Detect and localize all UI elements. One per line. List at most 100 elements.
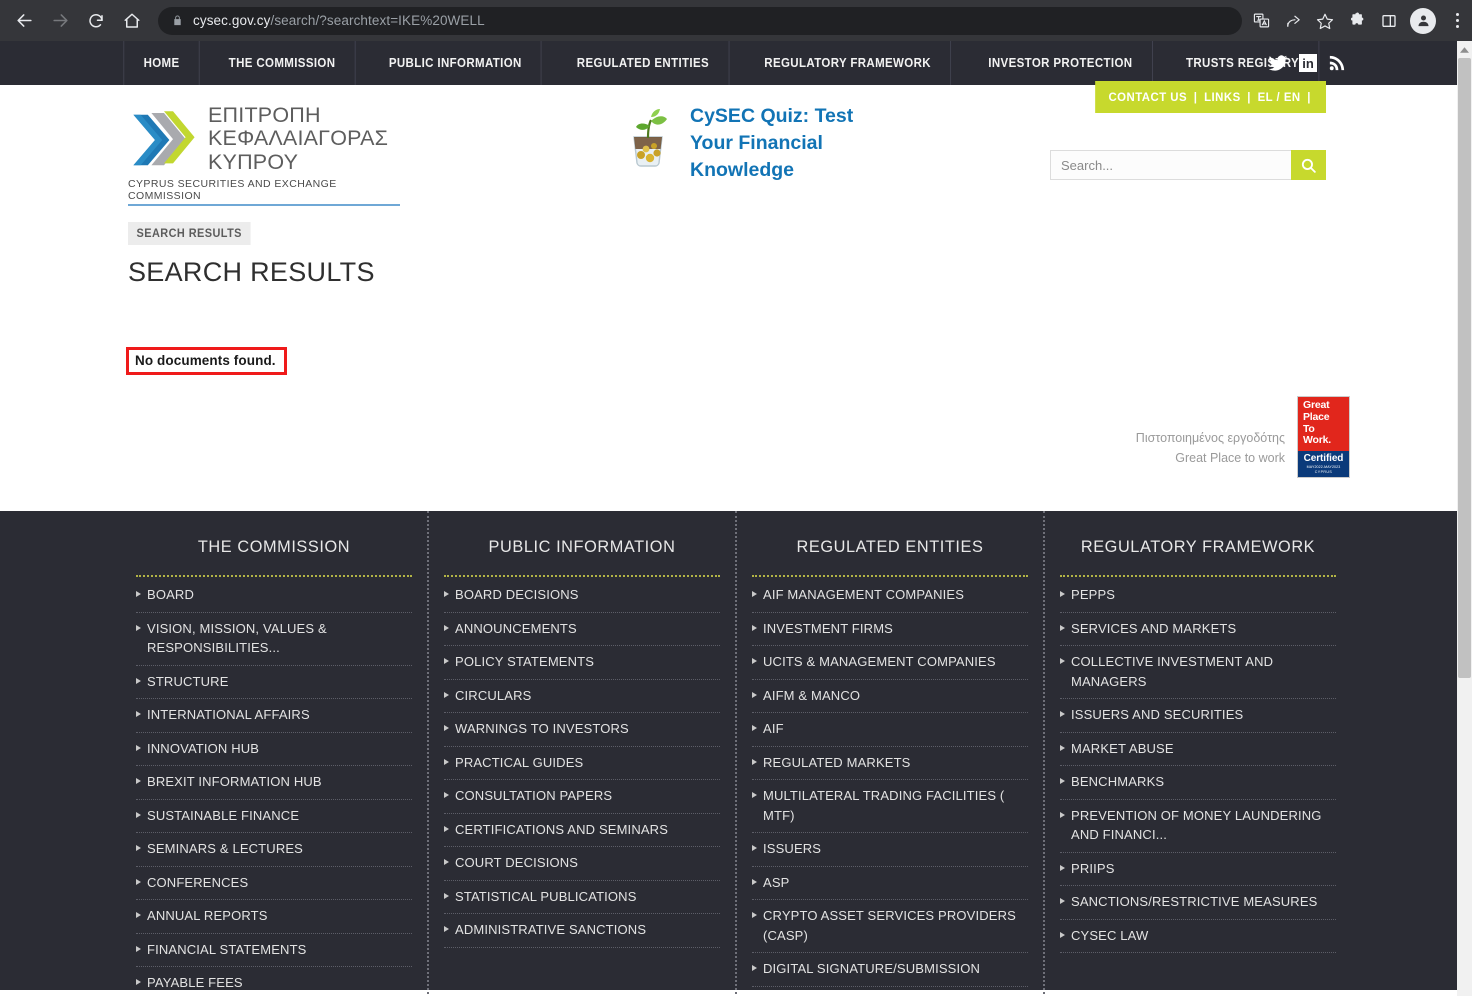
footer-column-title: REGULATED ENTITIES xyxy=(796,537,984,556)
site-header: CONTACT US | LINKS | EL / EN | ΕΠΙΤΡΟΠΗ … xyxy=(0,81,1472,221)
footer-link[interactable]: FINANCIAL STATEMENTS xyxy=(136,934,412,967)
footer-link[interactable]: AIF xyxy=(752,713,1028,747)
footer-link[interactable]: ASP xyxy=(752,867,1028,900)
home-icon[interactable] xyxy=(116,5,148,37)
page-scrollbar[interactable] xyxy=(1457,41,1472,996)
footer-link[interactable]: ADMINISTRATIVE SANCTIONS xyxy=(444,914,720,948)
footer-link[interactable]: SERVICES AND MARKETS xyxy=(1060,613,1336,646)
site-logo[interactable]: ΕΠΙΤΡΟΠΗ ΚΕΦΑΛΑΙΑΓΟΡΑΣ ΚΥΠΡΟΥ CYPRUS SEC… xyxy=(128,103,400,206)
scrollbar-up-arrow-icon[interactable] xyxy=(1457,41,1472,58)
footer-link[interactable]: INTERNATIONAL AFFAIRS xyxy=(136,699,412,733)
footer-link[interactable]: BOARD DECISIONS xyxy=(444,579,720,613)
footer-link[interactable]: PRIIPS xyxy=(1060,853,1336,886)
footer-link[interactable]: PAYABLE FEES xyxy=(136,967,412,996)
footer-link[interactable]: CRYPTO ASSET SERVICES PROVIDERS (CASP) xyxy=(752,900,1028,953)
address-bar[interactable]: cysec.gov.cy/search/?searchtext=IKE%20WE… xyxy=(158,6,1242,35)
footer-link[interactable]: CIRCULARS xyxy=(444,680,720,713)
search-input[interactable] xyxy=(1050,150,1291,180)
contact-us-link[interactable]: CONTACT US xyxy=(1108,90,1187,104)
side-panel-icon[interactable] xyxy=(1374,6,1404,36)
footer-title-divider xyxy=(1060,575,1336,577)
footer-link[interactable]: PREVENTION OF MONEY LAUNDERING AND FINAN… xyxy=(1060,800,1336,853)
footer-link[interactable]: WARNINGS TO INVESTORS xyxy=(444,713,720,747)
gptw-badge-blue: Certified MAY2022-MAY2023 CYPRUS xyxy=(1298,451,1349,477)
footer-link[interactable]: PRACTICAL GUIDES xyxy=(444,747,720,780)
footer-link[interactable]: BREXIT INFORMATION HUB xyxy=(136,766,412,800)
star-icon[interactable] xyxy=(1310,6,1340,36)
share-icon[interactable] xyxy=(1278,6,1308,36)
footer-link[interactable]: ISSUERS AND SECURITIES xyxy=(1060,699,1336,733)
footer-link[interactable]: SEMINARS & LECTURES xyxy=(136,833,412,867)
footer-link[interactable]: INNOVATION HUB xyxy=(136,733,412,766)
site-footer: THE COMMISSION BOARD VISION, MISSION, VA… xyxy=(0,511,1472,996)
logo-line-3: ΚΥΠΡΟΥ xyxy=(208,149,299,174)
footer-link[interactable]: CERTIFICATIONS AND SEMINARS xyxy=(444,814,720,847)
nav-item-regulatory-framework[interactable]: REGULATORY FRAMEWORK xyxy=(745,41,952,85)
footer-link[interactable]: ISSUERS xyxy=(752,833,1028,867)
footer-link[interactable]: DIGITAL SIGNATURE/SUBMISSION xyxy=(752,953,1028,987)
footer-link[interactable]: SUSTAINABLE FINANCE xyxy=(136,800,412,833)
footer-link[interactable]: POLICY STATEMENTS xyxy=(444,646,720,680)
translate-icon[interactable] xyxy=(1246,6,1276,36)
back-arrow-icon[interactable] xyxy=(8,5,40,37)
search-submit-button[interactable] xyxy=(1291,150,1326,180)
reload-icon[interactable] xyxy=(80,5,112,37)
footer-link-list: BOARD VISION, MISSION, VALUES & RESPONSI… xyxy=(136,579,412,996)
great-place-to-work-block: Πιστοποιημένος εργοδότης Great Place to … xyxy=(1136,396,1350,478)
nav-item-investor-protection[interactable]: INVESTOR PROTECTION xyxy=(969,41,1153,85)
footer-link[interactable]: MULTILATERAL TRADING FACILITIES ( MTF) xyxy=(752,780,1028,833)
nav-item-regulated-entities[interactable]: REGULATED ENTITIES xyxy=(557,41,729,85)
footer-link[interactable]: COLLECTIVE INVESTMENT AND MANAGERS xyxy=(1060,646,1336,699)
nav-item-public-information[interactable]: PUBLIC INFORMATION xyxy=(370,41,543,85)
footer-link[interactable]: REGULATED MARKETS xyxy=(752,747,1028,780)
forward-arrow-icon[interactable] xyxy=(44,5,76,37)
breadcrumb[interactable]: SEARCH RESULTS xyxy=(128,222,251,245)
nav-item-the-commission[interactable]: THE COMMISSION xyxy=(209,41,356,85)
browser-tool-icons xyxy=(1246,6,1472,36)
footer-link[interactable]: STRUCTURE xyxy=(136,666,412,699)
footer-link[interactable]: CYSEC LAW xyxy=(1060,920,1336,953)
footer-link[interactable]: COURT DECISIONS xyxy=(444,847,720,881)
footer-link[interactable]: CONFERENCES xyxy=(136,867,412,900)
footer-link[interactable]: AIF MANAGEMENT COMPANIES xyxy=(752,579,1028,613)
footer-link[interactable]: BENCHMARKS xyxy=(1060,766,1336,800)
footer-link[interactable]: SANCTIONS/RESTRICTIVE MEASURES xyxy=(1060,886,1336,920)
footer-link[interactable]: UCITS & MANAGEMENT COMPANIES xyxy=(752,646,1028,680)
footer-link[interactable]: BOARD xyxy=(136,579,412,613)
footer-link[interactable]: ANNUAL REPORTS xyxy=(136,900,412,934)
gptw-badge[interactable]: Great Place To Work. Certified MAY2022-M… xyxy=(1297,396,1350,478)
footer-link[interactable]: MARKET ABUSE xyxy=(1060,733,1336,766)
linkedin-icon[interactable]: in xyxy=(1299,54,1317,72)
browser-toolbar: cysec.gov.cy/search/?searchtext=IKE%20WE… xyxy=(0,0,1472,41)
footer-title-divider xyxy=(444,575,720,577)
footer-link[interactable]: AIFM & MANCO xyxy=(752,680,1028,713)
no-results-highlight-box: No documents found. xyxy=(126,347,287,375)
footer-link[interactable]: INVESTMENT FIRMS xyxy=(752,613,1028,646)
footer-link[interactable]: VISION, MISSION, VALUES & RESPONSIBILITI… xyxy=(136,613,412,666)
footer-title-divider xyxy=(752,575,1028,577)
puzzle-icon[interactable] xyxy=(1342,6,1372,36)
footer-link[interactable]: CONSULTATION PAPERS xyxy=(444,780,720,814)
rss-icon[interactable] xyxy=(1328,54,1346,72)
kebab-menu-icon[interactable] xyxy=(1442,6,1472,36)
footer-link-list: AIF MANAGEMENT COMPANIES INVESTMENT FIRM… xyxy=(752,579,1028,996)
footer-link[interactable]: ANNOUNCEMENTS xyxy=(444,613,720,646)
nav-item-home[interactable]: HOME xyxy=(123,41,200,85)
footer-link[interactable]: STATISTICAL PUBLICATIONS xyxy=(444,881,720,914)
footer-link[interactable]: RISK BASED SUPERVISION FRAMEWORK xyxy=(752,987,1028,996)
footer-link[interactable]: PEPPS xyxy=(1060,579,1336,613)
gptw-badge-line-4: Work. xyxy=(1303,434,1331,447)
quiz-line-2: Your Financial xyxy=(690,131,823,154)
footer-link-list: PEPPS SERVICES AND MARKETS COLLECTIVE IN… xyxy=(1060,579,1336,953)
main-content: SEARCH RESULTS SEARCH RESULTS No documen… xyxy=(0,221,1472,511)
links-link[interactable]: LINKS xyxy=(1204,90,1241,104)
money-plant-jar-icon xyxy=(633,109,667,167)
language-switch-link[interactable]: EL / EN xyxy=(1257,90,1300,104)
gptw-dates: MAY2022-MAY2023 xyxy=(1306,465,1341,469)
cysec-quiz-banner[interactable]: CySEC Quiz: Test Your Financial Knowledg… xyxy=(622,103,890,184)
utility-links-bar: CONTACT US | LINKS | EL / EN | xyxy=(1095,81,1326,113)
scrollbar-thumb[interactable] xyxy=(1458,58,1471,678)
twitter-icon[interactable] xyxy=(1268,54,1288,72)
profile-icon[interactable] xyxy=(1410,7,1436,34)
footer-column-title: REGULATORY FRAMEWORK xyxy=(1080,537,1316,556)
